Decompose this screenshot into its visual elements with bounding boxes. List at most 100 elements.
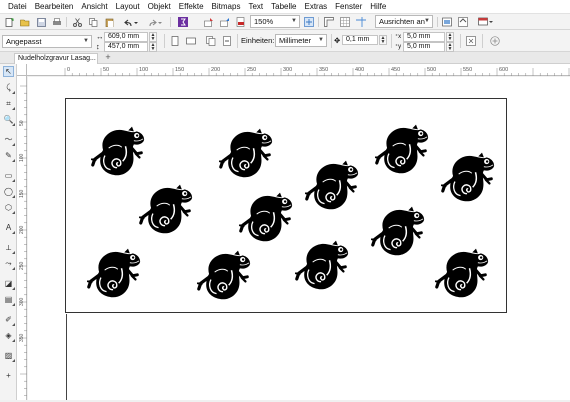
menu-datei[interactable]: Datei [4, 2, 31, 11]
search-content-icon[interactable] [178, 17, 188, 27]
page-height-field[interactable]: 457,0 mm [104, 42, 148, 52]
tab-document[interactable]: Nudelholzgravur Lasag... [14, 53, 98, 64]
snap-to-combo[interactable]: Ausrichten an ▼ [375, 15, 433, 28]
units-combo[interactable]: Millimeter ▼ [275, 34, 327, 47]
duplicate-y-spinner[interactable]: ▲ ▼ [446, 42, 454, 52]
page-options-icon[interactable] [466, 36, 476, 46]
horizontal-ruler[interactable]: 0 50 100 150 200 250 300 350 400 450 500 550 600 [27, 64, 570, 76]
import-icon[interactable] [204, 17, 214, 27]
transparency-icon[interactable]: ▤ [3, 294, 15, 306]
width-icon: ↔ [96, 32, 104, 41]
ruler-origin[interactable] [17, 64, 27, 76]
current-page-icon[interactable] [222, 36, 232, 46]
menu-extras[interactable]: Extras [300, 2, 331, 11]
undo-icon[interactable] [124, 17, 138, 27]
chameleon-shape[interactable] [304, 156, 360, 212]
chameleon-shape[interactable] [374, 120, 430, 176]
ruler-label: 350 [319, 67, 328, 73]
guidelines-icon[interactable] [356, 17, 366, 27]
grid-icon[interactable] [340, 17, 350, 27]
menu-tabelle[interactable]: Tabelle [267, 2, 300, 11]
chameleon-shape[interactable] [238, 188, 294, 244]
menu-layout[interactable]: Layout [112, 2, 144, 11]
save-icon[interactable] [36, 17, 46, 27]
open-icon[interactable] [20, 17, 30, 27]
duplicate-x-spinner[interactable]: ▲ ▼ [446, 32, 454, 42]
chameleon-shape[interactable] [86, 244, 142, 300]
nudge-field[interactable]: 0,1 mm [342, 35, 378, 45]
portrait-icon[interactable] [170, 36, 180, 46]
duplicate-y-field[interactable]: 5,0 mm [403, 42, 445, 52]
zoom-level-combo[interactable]: 150% ▼ [250, 15, 300, 28]
crop-tool-icon[interactable]: ⌗ [3, 98, 15, 110]
landscape-icon[interactable] [186, 36, 196, 46]
copy-icon[interactable] [88, 17, 98, 27]
ruler-label: 50 [103, 67, 109, 73]
flyout-indicator [12, 287, 15, 290]
menu-fenster[interactable]: Fenster [331, 2, 366, 11]
rulers-icon[interactable] [324, 17, 334, 27]
text-tool-icon[interactable]: A [3, 222, 15, 234]
flyout-indicator [12, 123, 15, 126]
height-spinner[interactable]: ▲ ▼ [149, 42, 157, 52]
menu-text[interactable]: Text [244, 2, 267, 11]
menu-bearbeiten[interactable]: Bearbeiten [31, 2, 78, 11]
chameleon-shape[interactable] [218, 124, 274, 180]
width-spinner[interactable]: ▲ ▼ [149, 32, 157, 42]
launch-icon[interactable] [478, 17, 494, 27]
print-icon[interactable] [52, 17, 62, 27]
shape-tool-icon[interactable]: ⤹ [3, 82, 15, 94]
app-launcher-icon[interactable] [458, 17, 468, 27]
add-icon[interactable] [490, 36, 500, 46]
flyout-indicator [12, 303, 15, 306]
interactive-fill-icon[interactable]: ◈ [3, 330, 15, 342]
new-icon[interactable] [4, 17, 14, 27]
chameleon-shape[interactable] [370, 202, 426, 258]
drop-shadow-icon[interactable]: ◪ [3, 278, 15, 290]
chameleon-shape[interactable] [90, 122, 146, 178]
chameleon-shape[interactable] [196, 246, 252, 302]
chameleon-shape[interactable] [440, 148, 496, 204]
connector-tool-icon[interactable]: ⤳ [3, 258, 15, 270]
nudge-spinner[interactable]: ▲ ▼ [379, 35, 387, 45]
pick-tool-icon[interactable]: ↖ [3, 66, 14, 77]
cut-icon[interactable] [72, 17, 82, 27]
eyedropper-icon[interactable]: ✐ [3, 314, 15, 326]
smart-fill-icon[interactable]: ▨ [3, 350, 15, 362]
chameleon-shape[interactable] [434, 244, 490, 300]
add-tool-icon[interactable]: + [3, 370, 14, 381]
menu-ansicht[interactable]: Ansicht [77, 2, 111, 11]
ellipse-tool-icon[interactable]: ◯ [3, 186, 15, 198]
fullscreen-icon[interactable] [304, 17, 314, 27]
menu-effekte[interactable]: Effekte [175, 2, 208, 11]
ruler-label: 250 [19, 261, 25, 270]
options-icon[interactable] [442, 17, 452, 27]
export-icon[interactable] [220, 17, 230, 27]
menu-objekt[interactable]: Objekt [144, 2, 175, 11]
ruler-label: 50 [19, 120, 25, 126]
add-tab-icon[interactable]: + [103, 53, 113, 63]
vertical-ruler[interactable]: 50 100 150 200 250 300 350 [17, 76, 27, 400]
page-preset-combo[interactable]: Angepasst ▼ [2, 35, 92, 48]
polygon-tool-icon[interactable]: ⬡ [3, 202, 15, 214]
flyout-indicator [12, 359, 15, 362]
page-width-field[interactable]: 609,0 mm [104, 32, 148, 42]
menu-bitmaps[interactable]: Bitmaps [208, 2, 245, 11]
chameleon-shape[interactable] [294, 236, 350, 292]
artistic-media-icon[interactable]: ✎ [3, 150, 15, 162]
chameleon-shape[interactable] [138, 180, 194, 236]
menu-hilfe[interactable]: Hilfe [366, 2, 390, 11]
document-tab-bar: Nudelholzgravur Lasag... + [0, 52, 570, 64]
redo-icon[interactable] [148, 17, 162, 27]
duplicate-x-field[interactable]: 5,0 mm [403, 32, 445, 42]
parallel-dimension-icon[interactable]: ⟂ [3, 242, 15, 254]
freehand-tool-icon[interactable]: 〜 [3, 134, 15, 146]
paste-icon[interactable] [104, 17, 114, 27]
property-bar: Angepasst ▼ ↔ 609,0 mm ▲ ▼ ↕ 457,0 mm ▲ ▼ … [0, 30, 570, 52]
publish-pdf-icon[interactable] [236, 17, 246, 27]
ruler-label: 200 [19, 225, 25, 234]
zoom-tool-icon[interactable]: 🔍 [3, 114, 15, 126]
all-pages-icon[interactable] [206, 36, 216, 46]
units-value: Millimeter [279, 36, 312, 45]
rectangle-tool-icon[interactable]: ▭ [3, 170, 15, 182]
